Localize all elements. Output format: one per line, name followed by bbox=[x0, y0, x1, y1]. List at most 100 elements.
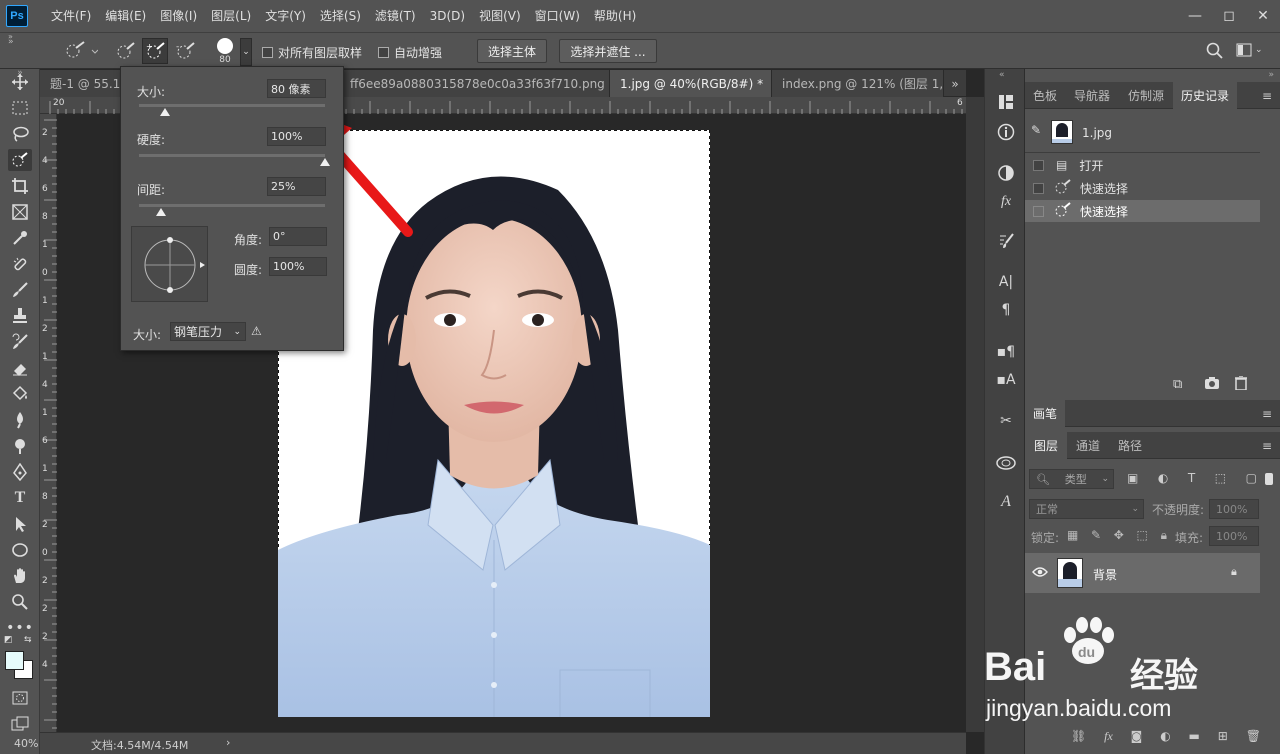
tab-navigator[interactable]: 导航器 bbox=[1065, 82, 1119, 109]
tool-presets-icon[interactable]: ✂ bbox=[995, 410, 1017, 432]
brush-tool-icon[interactable] bbox=[8, 279, 32, 301]
size-slider[interactable] bbox=[139, 104, 325, 107]
history-checkbox[interactable] bbox=[1033, 159, 1044, 171]
minimize-button[interactable]: — bbox=[1178, 0, 1212, 32]
swap-colors-icon[interactable]: ⇆ bbox=[24, 635, 32, 645]
fill-input[interactable]: 100% bbox=[1209, 526, 1259, 546]
spacing-slider[interactable] bbox=[139, 204, 325, 207]
layer-kind-filter[interactable]: 🔍︎ 类型 ⌄ bbox=[1029, 469, 1114, 489]
zoom-tool-icon[interactable] bbox=[8, 591, 32, 613]
vertical-scrollbar[interactable] bbox=[966, 97, 984, 732]
hand-tool-icon[interactable] bbox=[8, 565, 32, 587]
size-input[interactable]: 80 像素 bbox=[267, 79, 326, 98]
pen-pressure-select[interactable]: 钢笔压力 ⌄ bbox=[170, 322, 246, 341]
tab-brushes[interactable]: 画笔 bbox=[1025, 400, 1065, 427]
trash-icon[interactable] bbox=[1235, 375, 1247, 393]
new-selection-icon[interactable] bbox=[112, 38, 138, 64]
panel-menu-icon[interactable]: ≡ bbox=[1262, 407, 1272, 421]
move-tool-icon[interactable] bbox=[8, 71, 32, 93]
ellipse-tool-icon[interactable] bbox=[8, 539, 32, 561]
adjustment-layer-icon[interactable]: ◐ bbox=[1160, 729, 1170, 744]
smart-object-filter-icon[interactable]: ▢ bbox=[1246, 471, 1257, 485]
camera-snapshot-icon[interactable] bbox=[1204, 376, 1220, 394]
dodge-tool-icon[interactable] bbox=[8, 435, 32, 457]
menu-image[interactable]: 图像(I) bbox=[153, 0, 204, 32]
auto-enhance-checkbox[interactable] bbox=[378, 47, 389, 58]
styles-fx-icon[interactable]: fx bbox=[995, 191, 1017, 213]
default-colors-icon[interactable]: ◩ bbox=[4, 635, 13, 645]
zoom-level[interactable]: 40% bbox=[14, 737, 38, 750]
character-styles-icon[interactable]: ▪A bbox=[995, 369, 1017, 391]
subtract-from-selection-icon[interactable]: - bbox=[172, 38, 198, 64]
pen-tool-icon[interactable] bbox=[8, 461, 32, 483]
adjustment-filter-icon[interactable]: ◐ bbox=[1158, 471, 1168, 485]
eyedropper-tool-icon[interactable] bbox=[8, 227, 32, 249]
paint-bucket-tool-icon[interactable] bbox=[8, 383, 32, 405]
history-brush-source-icon[interactable]: ✎ bbox=[1031, 123, 1041, 137]
panel-menu-icon[interactable]: ≡ bbox=[1262, 89, 1272, 103]
delete-layer-icon[interactable]: 🗑︎ bbox=[1246, 729, 1261, 744]
tab-untitled-1[interactable]: 题-1 @ 55.1%( bbox=[40, 70, 130, 97]
filter-toggle-icon[interactable] bbox=[1265, 473, 1273, 485]
select-and-mask-button[interactable]: 选择并遮住 ... bbox=[559, 39, 657, 63]
libraries-icon[interactable] bbox=[995, 451, 1017, 473]
brush-settings-icon[interactable] bbox=[995, 230, 1017, 252]
tab-history[interactable]: 历史记录 bbox=[1173, 82, 1237, 109]
lock-artboard-icon[interactable]: ⬚ bbox=[1137, 528, 1148, 543]
new-layer-icon[interactable]: ⊞ bbox=[1218, 729, 1228, 744]
status-menu-arrow-icon[interactable]: › bbox=[226, 736, 230, 749]
hardness-slider-thumb[interactable] bbox=[320, 158, 330, 166]
panel-menu-icon[interactable]: ≡ bbox=[1262, 439, 1272, 453]
character-icon[interactable]: A| bbox=[995, 271, 1017, 293]
menu-window[interactable]: 窗口(W) bbox=[528, 0, 587, 32]
blend-mode-select[interactable]: 正常 ⌄ bbox=[1029, 499, 1144, 519]
opacity-input[interactable]: 100% bbox=[1209, 499, 1259, 519]
panel-collapse-icon[interactable]: » bbox=[1268, 70, 1274, 80]
menu-file[interactable]: 文件(F) bbox=[44, 0, 98, 32]
restore-button[interactable]: ◻ bbox=[1212, 0, 1246, 32]
tab-clone-source[interactable]: 仿制源 bbox=[1119, 82, 1173, 109]
tab-layers[interactable]: 图层 bbox=[1025, 432, 1067, 459]
screen-mode-icon[interactable] bbox=[8, 713, 32, 735]
menu-3d[interactable]: 3D(D) bbox=[423, 0, 472, 32]
adjustments-icon[interactable] bbox=[995, 162, 1017, 184]
paragraph-icon[interactable]: ¶ bbox=[995, 299, 1017, 321]
auto-enhance-option[interactable]: 自动增强 bbox=[378, 44, 442, 61]
tab-swatches[interactable]: 色板 bbox=[1025, 82, 1065, 109]
clone-stamp-tool-icon[interactable] bbox=[8, 305, 32, 327]
type-filter-icon[interactable]: T bbox=[1188, 471, 1195, 485]
tab-paths[interactable]: 路径 bbox=[1109, 432, 1151, 459]
hardness-input[interactable]: 100% bbox=[267, 127, 326, 146]
glyphs-icon[interactable]: A bbox=[995, 491, 1017, 513]
close-button[interactable]: ✕ bbox=[1246, 0, 1280, 32]
tool-preset-picker[interactable] bbox=[62, 40, 98, 62]
layer-style-fx-icon[interactable]: fx bbox=[1104, 729, 1113, 744]
lock-image-pixels-icon[interactable]: ✎ bbox=[1091, 528, 1101, 543]
tab-index-png[interactable]: index.png @ 121% (图层 1, R bbox=[772, 70, 944, 97]
history-checkbox[interactable] bbox=[1033, 182, 1044, 194]
toolbar-grip[interactable]: » bbox=[8, 32, 32, 41]
sample-all-layers-checkbox[interactable] bbox=[262, 47, 273, 58]
menu-help[interactable]: 帮助(H) bbox=[587, 0, 643, 32]
tab-channels[interactable]: 通道 bbox=[1067, 432, 1109, 459]
history-item[interactable]: 快速选择 bbox=[1025, 177, 1260, 199]
roundness-input[interactable]: 100% bbox=[269, 257, 327, 276]
search-icon[interactable] bbox=[1206, 42, 1224, 63]
properties-icon[interactable] bbox=[995, 91, 1017, 113]
menu-select[interactable]: 选择(S) bbox=[313, 0, 368, 32]
add-to-selection-icon[interactable]: + bbox=[142, 38, 168, 64]
new-document-from-state-icon[interactable]: ⧉ bbox=[1173, 377, 1182, 392]
menu-filter[interactable]: 滤镜(T) bbox=[368, 0, 423, 32]
menu-view[interactable]: 视图(V) bbox=[472, 0, 528, 32]
add-mask-icon[interactable]: ◙ bbox=[1131, 729, 1143, 744]
quick-selection-tool-icon[interactable] bbox=[8, 149, 32, 171]
angle-input[interactable]: 0° bbox=[269, 227, 327, 246]
layer-row-background[interactable]: 背景 🔒︎ bbox=[1025, 553, 1260, 593]
type-tool-icon[interactable]: T bbox=[8, 487, 32, 509]
quick-mask-icon[interactable] bbox=[8, 687, 32, 709]
link-layers-icon[interactable]: ⛓ bbox=[1071, 729, 1086, 744]
eraser-tool-icon[interactable] bbox=[8, 357, 32, 379]
workspace-switcher-icon[interactable]: ⌄ bbox=[1236, 42, 1263, 58]
photoshop-logo[interactable]: Ps bbox=[6, 5, 28, 27]
sample-all-layers-option[interactable]: 对所有图层取样 bbox=[262, 44, 362, 61]
